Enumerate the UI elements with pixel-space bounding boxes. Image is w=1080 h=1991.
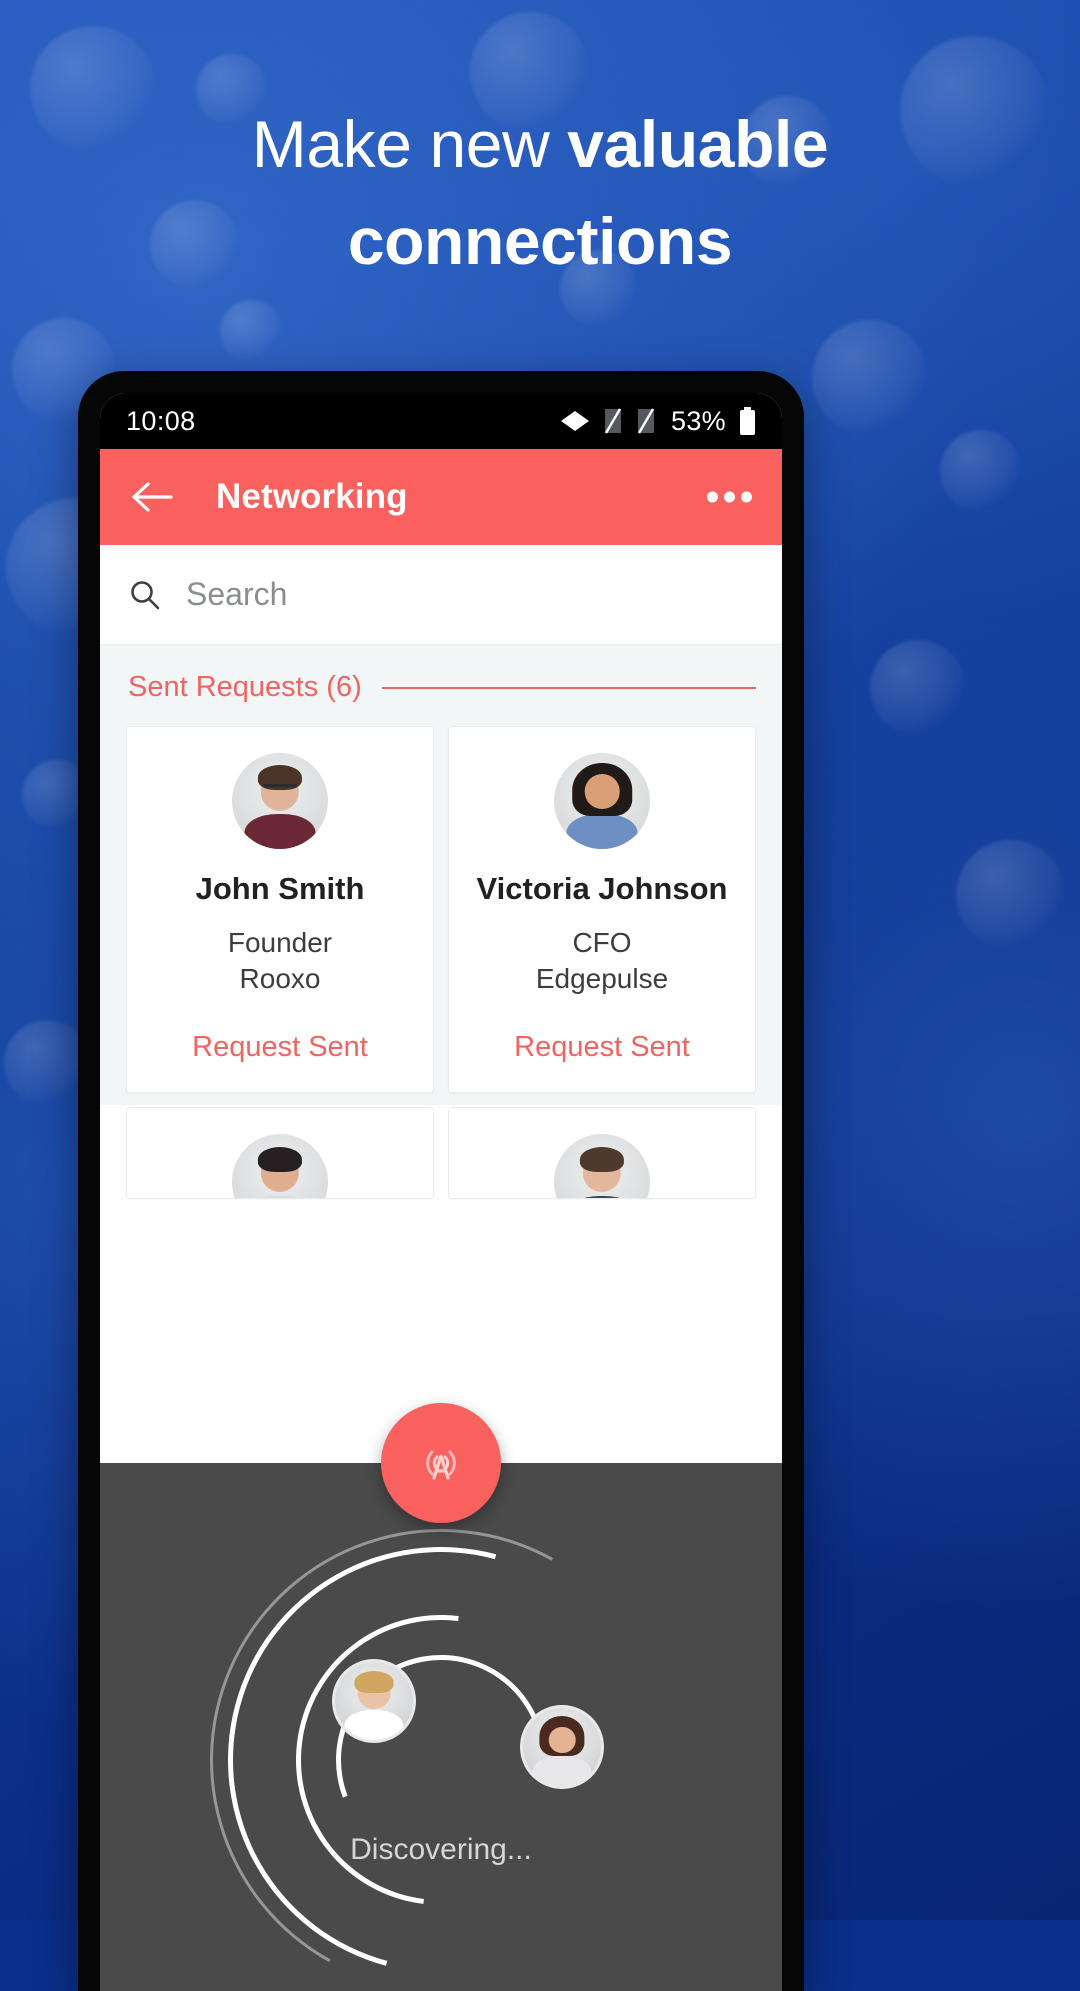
wifi-icon [561, 411, 590, 431]
page-title: Networking [216, 477, 408, 516]
battery-icon [740, 407, 755, 435]
headline-text-bold-2: connections [347, 204, 733, 279]
search-bar[interactable]: Search [100, 545, 782, 645]
phone-mockup: 10:08 53% Networking Search Sent Request… [78, 371, 804, 1991]
overflow-menu-icon[interactable] [707, 491, 752, 503]
contacts-grid: John Smith Founder Rooxo Request Sent Vi… [100, 726, 782, 1094]
discovery-overlay: Discovering... [100, 1463, 782, 1991]
search-input[interactable]: Search [186, 576, 287, 613]
broadcast-icon [426, 1450, 456, 1480]
contact-company: Edgepulse [535, 962, 669, 994]
contact-card[interactable]: John Smith Founder Rooxo Request Sent [126, 726, 434, 1094]
contact-name: John Smith [195, 871, 365, 906]
back-arrow-icon[interactable] [126, 471, 178, 523]
avatar [554, 1134, 650, 1199]
contacts-grid-partial [100, 1107, 782, 1200]
section-header: Sent Requests (6) [100, 645, 782, 704]
section-divider [381, 686, 756, 689]
content-area: Sent Requests (6) John Smith Founder Roo… [100, 645, 782, 1200]
headline-text-bold: valuable [567, 107, 829, 181]
discovery-avatar[interactable] [332, 1659, 416, 1743]
bokeh-circle [812, 320, 928, 436]
contact-name: Victoria Johnson [476, 871, 728, 906]
status-bar-time: 10:08 [126, 405, 196, 436]
bokeh-circle [870, 640, 966, 736]
contact-company: Rooxo [239, 962, 321, 994]
status-badge[interactable]: Request Sent [139, 1031, 421, 1064]
bokeh-circle [940, 430, 1022, 512]
status-bar-icons: 53% [560, 406, 756, 437]
avatar [554, 753, 650, 849]
avatar [232, 753, 328, 849]
app-bar: Networking [100, 449, 782, 545]
section-title: Sent Requests (6) [128, 671, 362, 703]
discovery-status-label: Discovering... [350, 1833, 532, 1866]
contact-card[interactable]: Victoria Johnson CFO Edgepulse Request S… [448, 726, 756, 1094]
phone-screen: 10:08 53% Networking Search Sent Request… [100, 393, 782, 1991]
bokeh-circle [956, 840, 1066, 950]
status-badge[interactable]: Request Sent [461, 1031, 743, 1064]
headline-text-normal: Make new [251, 107, 568, 181]
signal-off-icon [605, 408, 622, 434]
headline-line-2: connections [0, 193, 1080, 290]
contact-card[interactable] [448, 1107, 756, 1200]
status-bar: 10:08 53% [100, 393, 782, 449]
bokeh-circle [220, 300, 282, 362]
contact-role: CFO [572, 926, 632, 958]
signal-off-icon [638, 408, 655, 434]
broadcast-fab-button[interactable] [381, 1403, 501, 1523]
avatar [232, 1134, 328, 1199]
headline-line-1: Make new valuable [0, 96, 1080, 193]
promo-headline: Make new valuable connections [0, 96, 1080, 290]
contact-role: Founder [227, 926, 333, 958]
contact-card[interactable] [126, 1107, 434, 1200]
search-icon [131, 580, 160, 609]
battery-percent-label: 53% [671, 405, 726, 436]
discovery-avatar[interactable] [520, 1705, 604, 1789]
